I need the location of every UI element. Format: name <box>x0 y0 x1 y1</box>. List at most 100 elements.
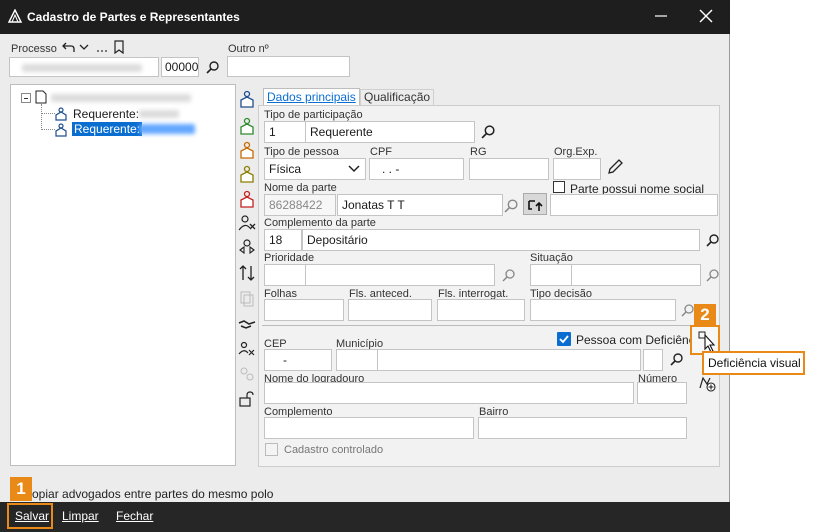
fls-anteced-input[interactable] <box>348 299 432 321</box>
cursor-pointer-icon <box>698 331 716 353</box>
callout-2: 2 <box>694 304 716 326</box>
outro-input[interactable] <box>227 56 350 77</box>
tipo-pessoa-label: Tipo de pessoa <box>264 146 339 158</box>
cep-input[interactable]: - <box>264 349 332 371</box>
deficiencia-visual-tooltip: Deficiência visual <box>702 351 805 375</box>
folhas-input[interactable] <box>264 299 344 321</box>
parties-tree[interactable]: Requerente: Requerente: <box>10 84 236 466</box>
chevron-down-icon <box>348 165 360 173</box>
arrow-icon <box>528 200 543 211</box>
tipo-pessoa-value: Física <box>269 162 302 176</box>
bookmark-icon[interactable] <box>112 40 126 54</box>
salvar-highlight <box>7 503 53 529</box>
numero-input[interactable] <box>637 382 687 404</box>
handshake-icon[interactable] <box>238 315 256 333</box>
tipo-decisao-input[interactable] <box>530 299 676 321</box>
person-icon <box>55 123 67 137</box>
name-transfer-button[interactable] <box>523 193 547 215</box>
search-icon[interactable] <box>504 198 519 213</box>
add-person-orange-icon[interactable] <box>238 141 256 159</box>
processo-suffix-input[interactable]: 00000 <box>161 57 199 77</box>
pessoa-deficiencia-checkbox[interactable] <box>557 332 571 346</box>
minimize-icon[interactable] <box>651 6 671 26</box>
search-icon[interactable] <box>706 233 720 247</box>
cpf-label: CPF <box>370 146 392 158</box>
rg-input[interactable] <box>469 158 549 180</box>
add-address-icon[interactable] <box>698 374 716 392</box>
search-icon[interactable] <box>481 124 496 139</box>
fechar-button[interactable]: Fechar <box>116 509 153 523</box>
prioridade-code[interactable] <box>264 264 306 286</box>
window-title: Cadastro de Partes e Representantes <box>27 10 240 24</box>
close-icon[interactable] <box>696 6 716 26</box>
tipo-participacao-label: Tipo de participação <box>264 109 363 121</box>
bairro-input[interactable] <box>478 417 687 439</box>
tipo-participacao-code[interactable]: 1 <box>264 121 306 143</box>
limpar-button[interactable]: Limpar <box>62 509 99 523</box>
check-icon <box>559 335 569 344</box>
municipio-input[interactable] <box>377 349 641 371</box>
pessoa-deficiencia-label: Pessoa com Deficiência <box>576 333 690 347</box>
logradouro-input[interactable] <box>264 382 634 404</box>
swap-person-icon[interactable] <box>238 238 256 256</box>
add-person-yellow-icon[interactable] <box>238 165 256 183</box>
app-logo-icon <box>8 9 22 23</box>
dialog-window: Cadastro de Partes e Representantes Proc… <box>0 0 730 532</box>
tree-item-requerente-2[interactable]: Requerente: <box>72 122 143 136</box>
remove-person-icon[interactable] <box>238 214 256 232</box>
nome-social-checkbox[interactable] <box>553 181 565 193</box>
tree-collapse-toggle[interactable] <box>21 93 31 103</box>
complemento-parte-input[interactable]: Depositário <box>302 229 700 251</box>
situacao-input[interactable] <box>571 264 701 286</box>
fls-interrog-input[interactable] <box>437 299 525 321</box>
document-icon <box>35 90 47 104</box>
org-exp-input[interactable] <box>553 158 601 180</box>
complemento-parte-code[interactable]: 18 <box>264 229 302 251</box>
unlock-icon[interactable] <box>238 390 256 408</box>
person-icon <box>55 107 67 121</box>
add-person-blue-icon[interactable] <box>238 90 256 108</box>
nome-parte-input[interactable]: Jonatas T T <box>337 194 503 216</box>
prioridade-label: Prioridade <box>264 252 315 264</box>
search-icon[interactable] <box>706 268 720 282</box>
municipio-code[interactable] <box>336 349 378 371</box>
complemento-input[interactable] <box>264 417 474 439</box>
uf-input[interactable] <box>643 349 663 371</box>
dots-icon <box>97 50 107 52</box>
copiar-advogados-label[interactable]: opiar advogados entre partes do mesmo po… <box>32 487 273 501</box>
situacao-label: Situação <box>530 252 573 264</box>
link-disabled-icon <box>240 367 254 381</box>
copiar-row: opiar advogados entre partes do mesmo po… <box>0 487 730 502</box>
tab-qualificacao[interactable]: Qualificação <box>360 89 435 105</box>
chevron-down-icon[interactable] <box>78 41 90 53</box>
add-person-green-icon[interactable] <box>238 117 256 135</box>
tipo-participacao-value[interactable]: Requerente <box>305 121 475 143</box>
org-exp-label: Org.Exp. <box>554 146 598 158</box>
tree-item-requerente-1[interactable]: Requerente: <box>73 107 139 121</box>
add-person-red-icon[interactable] <box>238 190 256 208</box>
rg-label: RG <box>470 146 487 158</box>
nome-social-input[interactable] <box>550 194 718 216</box>
nome-parte-label: Nome da parte <box>264 182 337 194</box>
cpf-input[interactable]: . . - <box>369 158 464 180</box>
pencil-icon[interactable] <box>606 158 624 176</box>
remove-link-icon[interactable] <box>238 340 256 358</box>
undo-icon[interactable] <box>62 40 76 54</box>
processo-label: Processo <box>11 43 57 55</box>
search-icon[interactable] <box>206 60 220 74</box>
search-icon[interactable] <box>502 268 516 282</box>
divider <box>262 325 718 326</box>
search-icon[interactable] <box>670 352 684 366</box>
tipo-pessoa-select[interactable]: Física <box>264 158 366 180</box>
situacao-code[interactable] <box>530 264 572 286</box>
reorder-icon[interactable] <box>238 264 256 282</box>
cadastro-controlado-checkbox <box>265 443 278 456</box>
complemento-parte-label: Complemento da parte <box>264 217 376 229</box>
bottom-action-bar: Salvar Limpar Fechar <box>0 502 730 532</box>
cadastro-controlado-label: Cadastro controlado <box>284 444 384 456</box>
tab-dados-principais[interactable]: Dados principais <box>263 88 360 106</box>
prioridade-input[interactable] <box>305 264 495 286</box>
processo-input[interactable] <box>9 57 159 77</box>
search-icon[interactable] <box>681 303 695 317</box>
title-bar: Cadastro de Partes e Representantes <box>0 0 730 34</box>
